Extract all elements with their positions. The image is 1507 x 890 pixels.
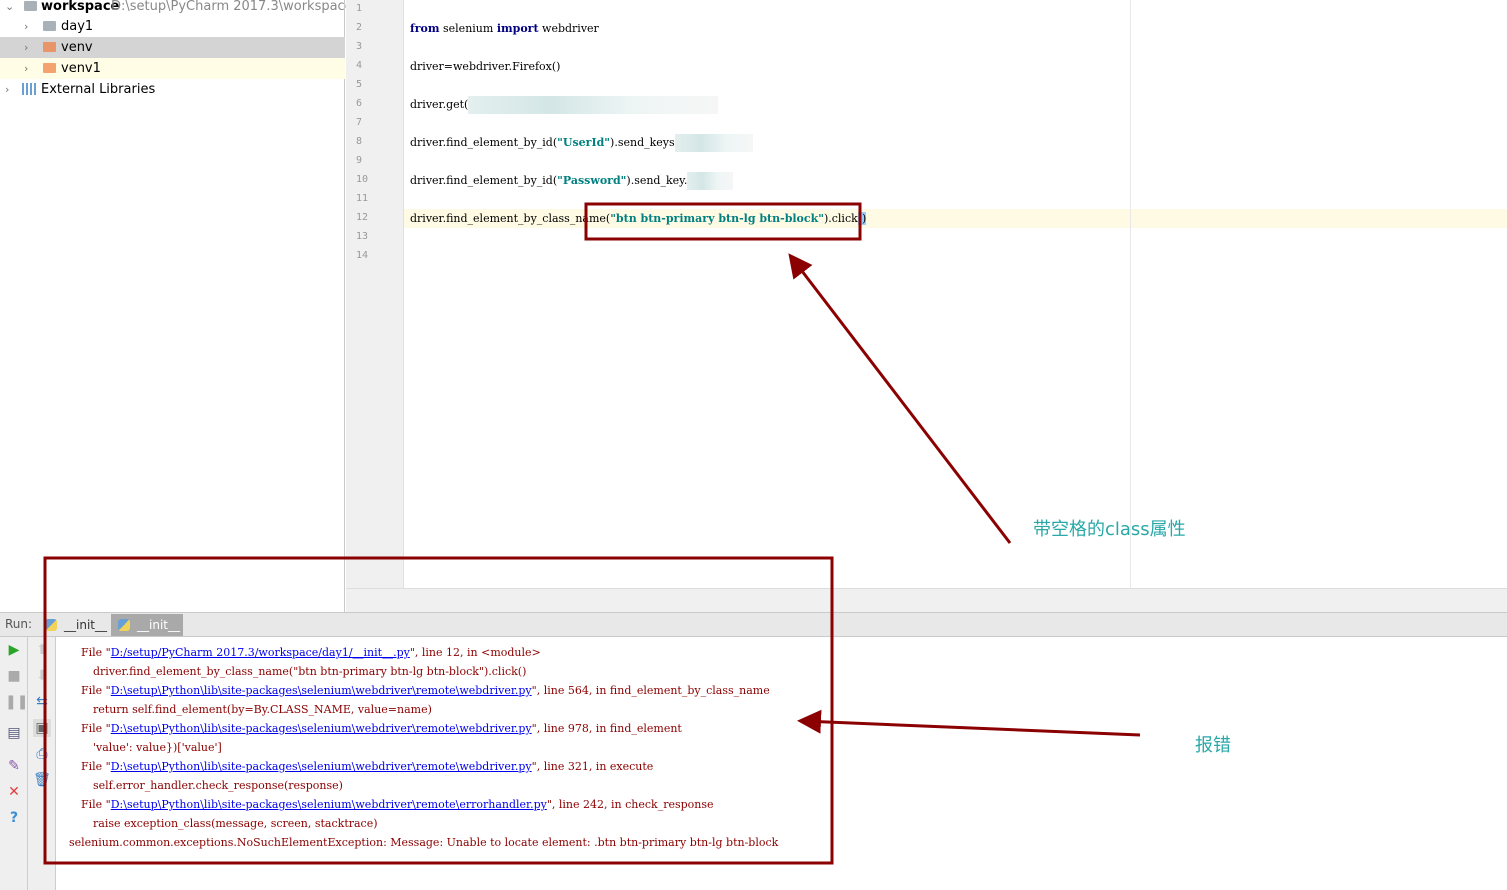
annotation-arrow (788, 253, 1012, 544)
annotation-layer (43, 202, 1141, 865)
annotation-error-note: 报错 (1195, 735, 1231, 756)
annotation-class-note: 带空格的class属性 (1033, 519, 1186, 540)
highlight-box-error (43, 556, 834, 865)
highlight-box-class-name (584, 202, 862, 241)
annotation-arrow (797, 709, 1141, 737)
